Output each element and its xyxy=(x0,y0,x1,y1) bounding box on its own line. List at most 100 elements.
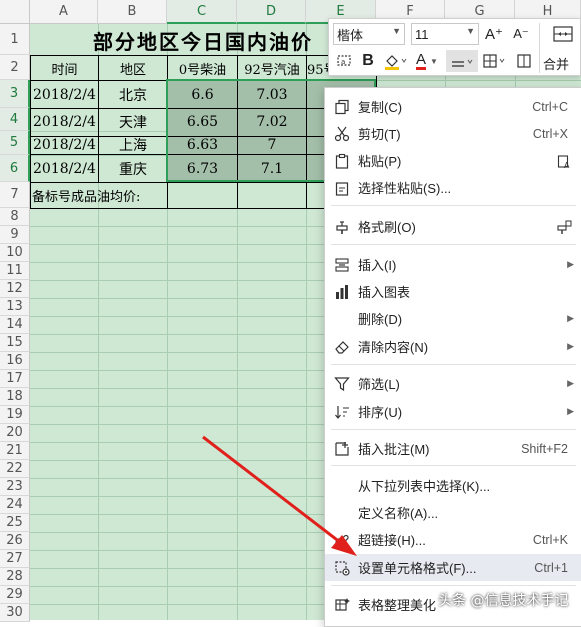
menu-separator xyxy=(331,244,576,245)
align-button[interactable] xyxy=(446,50,478,72)
column-header-d[interactable]: D xyxy=(237,0,306,24)
header-cell-diesel[interactable]: 0号柴油 xyxy=(168,56,237,80)
row-header-23[interactable]: 23 xyxy=(0,478,30,496)
font-color-button[interactable]: A ▼ xyxy=(411,50,443,72)
menu-item-delete[interactable]: 删除(D) ▶ xyxy=(325,305,581,332)
row-header-6[interactable]: 6 xyxy=(0,155,30,182)
column-header-b[interactable]: B xyxy=(98,0,167,24)
paste-options-icon[interactable]: A xyxy=(554,151,574,171)
format-painter-button[interactable]: a xyxy=(333,50,355,72)
menu-item-paste-special[interactable]: 选择性粘贴(S)... xyxy=(325,174,581,201)
column-header-c[interactable]: C xyxy=(167,0,237,24)
increase-font-button[interactable]: A⁺ xyxy=(482,23,506,45)
menu-item-copy[interactable]: 复制(C) Ctrl+C xyxy=(325,93,581,120)
menu-item-hyperlink[interactable]: 超链接(H)... Ctrl+K xyxy=(325,526,581,553)
menu-item-insert[interactable]: 插入(I) ▶ xyxy=(325,251,581,278)
menu-item-define-name[interactable]: 定义名称(A)... xyxy=(325,499,581,526)
row-header-13[interactable]: 13 xyxy=(0,298,30,316)
bold-button[interactable]: B xyxy=(357,50,379,72)
row-header-26[interactable]: 26 xyxy=(0,532,30,550)
menu-item-label: 清除内容(N) xyxy=(358,340,429,355)
row-header-24[interactable]: 24 xyxy=(0,496,30,514)
menu-item-cut[interactable]: 剪切(T) Ctrl+X xyxy=(325,120,581,147)
row-header-25[interactable]: 25 xyxy=(0,514,30,532)
row-header-2[interactable]: 2 xyxy=(0,55,30,80)
row-header-3[interactable]: 3 xyxy=(0,80,30,108)
row-header-11[interactable]: 11 xyxy=(0,262,30,280)
chevron-down-icon: ▼ xyxy=(430,56,438,66)
menu-item-shortcut: Ctrl+C xyxy=(532,99,568,114)
format-painter-icon xyxy=(333,218,351,236)
row-header-17[interactable]: 17 xyxy=(0,370,30,388)
column-header-a[interactable]: A xyxy=(30,0,98,24)
menu-item-clear[interactable]: 清除内容(N) ▶ xyxy=(325,333,581,360)
border-grid-icon xyxy=(483,54,505,68)
format-painter-lock-icon[interactable] xyxy=(554,217,574,237)
row-header-18[interactable]: 18 xyxy=(0,388,30,406)
merge-center-button[interactable] xyxy=(549,23,577,45)
table-cell-diesel[interactable]: 6.73 xyxy=(168,155,237,183)
sheet-title-cell[interactable]: 部分地区今日国内油价 xyxy=(30,25,376,55)
note-cell[interactable]: 备标号成品油均价: xyxy=(32,183,140,208)
table-cell-region[interactable]: 重庆 xyxy=(99,155,167,183)
header-cell-time[interactable]: 时间 xyxy=(31,56,98,80)
eraser-icon xyxy=(333,338,351,356)
row-header-16[interactable]: 16 xyxy=(0,352,30,370)
menu-item-label: 从下拉列表中选择(K)... xyxy=(358,479,491,494)
row-header-27[interactable]: 27 xyxy=(0,550,30,568)
table-cell-date[interactable]: 2018/2/4 xyxy=(31,81,100,109)
header-cell-gas92[interactable]: 92号汽油 xyxy=(238,56,306,80)
menu-item-format-cells[interactable]: 设置单元格格式(F)... Ctrl+1 xyxy=(325,554,581,581)
paste-icon xyxy=(333,152,351,170)
menu-item-insert-chart[interactable]: 插入图表 xyxy=(325,278,581,305)
fill-color-button[interactable] xyxy=(381,50,409,72)
row-header-4[interactable]: 4 xyxy=(0,108,30,131)
header-cell-region[interactable]: 地区 xyxy=(99,56,167,80)
row-header-20[interactable]: 20 xyxy=(0,424,30,442)
table-cell-gas92[interactable]: 7.03 xyxy=(238,81,306,109)
mini-format-toolbar: 楷体 ▼ 11 ▼ A⁺ A⁻ a B A ▼ 合并 xyxy=(328,18,581,76)
row-header-22[interactable]: 22 xyxy=(0,460,30,478)
menu-item-filter[interactable]: 筛选(L) ▶ xyxy=(325,370,581,397)
row-header-21[interactable]: 21 xyxy=(0,442,30,460)
svg-text:a: a xyxy=(341,58,345,66)
submenu-arrow-icon: ▶ xyxy=(567,406,574,416)
select-all-corner[interactable] xyxy=(0,0,30,24)
font-size-select[interactable]: 11 ▼ xyxy=(411,23,479,45)
row-header-30[interactable]: 30 xyxy=(0,604,30,622)
row-header-14[interactable]: 14 xyxy=(0,316,30,334)
row-header-5[interactable]: 5 xyxy=(0,131,30,155)
row-header-1[interactable]: 1 xyxy=(0,24,30,55)
table-cell-gas92[interactable]: 7.1 xyxy=(238,155,306,183)
menu-item-format-painter[interactable]: 格式刷(O) xyxy=(325,213,581,240)
border-button[interactable] xyxy=(480,50,510,72)
decrease-font-button[interactable]: A⁻ xyxy=(509,23,533,45)
menu-item-pick-from-list[interactable]: 从下拉列表中选择(K)... xyxy=(325,472,581,499)
table-cell-diesel[interactable]: 6.6 xyxy=(168,81,237,109)
menu-separator xyxy=(331,205,576,206)
merge-label[interactable]: 合并 xyxy=(543,54,569,73)
merge-cells-small-button[interactable] xyxy=(512,50,536,72)
menu-item-label: 剪切(T) xyxy=(358,127,401,142)
context-menu: 复制(C) Ctrl+C 剪切(T) Ctrl+X 粘贴(P) A 选择性粘贴(… xyxy=(324,87,581,627)
row-header-9[interactable]: 9 xyxy=(0,226,30,244)
scissors-icon xyxy=(333,125,351,143)
row-header-10[interactable]: 10 xyxy=(0,244,30,262)
table-cell-date[interactable]: 2018/2/4 xyxy=(31,155,100,183)
insert-icon xyxy=(333,256,351,274)
font-name-select[interactable]: 楷体 ▼ xyxy=(333,23,405,45)
row-header-29[interactable]: 29 xyxy=(0,586,30,604)
table-cell-region[interactable]: 北京 xyxy=(99,81,167,109)
row-header-8[interactable]: 8 xyxy=(0,208,30,226)
link-icon xyxy=(333,531,351,549)
font-size-value: 11 xyxy=(415,26,429,42)
row-header-12[interactable]: 12 xyxy=(0,280,30,298)
row-header-15[interactable]: 15 xyxy=(0,334,30,352)
row-header-28[interactable]: 28 xyxy=(0,568,30,586)
row-header-7[interactable]: 7 xyxy=(0,182,30,208)
submenu-arrow-icon: ▶ xyxy=(567,259,574,269)
menu-item-paste[interactable]: 粘贴(P) A xyxy=(325,147,581,174)
menu-item-sort[interactable]: 排序(U) ▶ xyxy=(325,398,581,425)
row-header-19[interactable]: 19 xyxy=(0,406,30,424)
menu-item-insert-comment[interactable]: 插入批注(M) Shift+F2 xyxy=(325,435,581,462)
